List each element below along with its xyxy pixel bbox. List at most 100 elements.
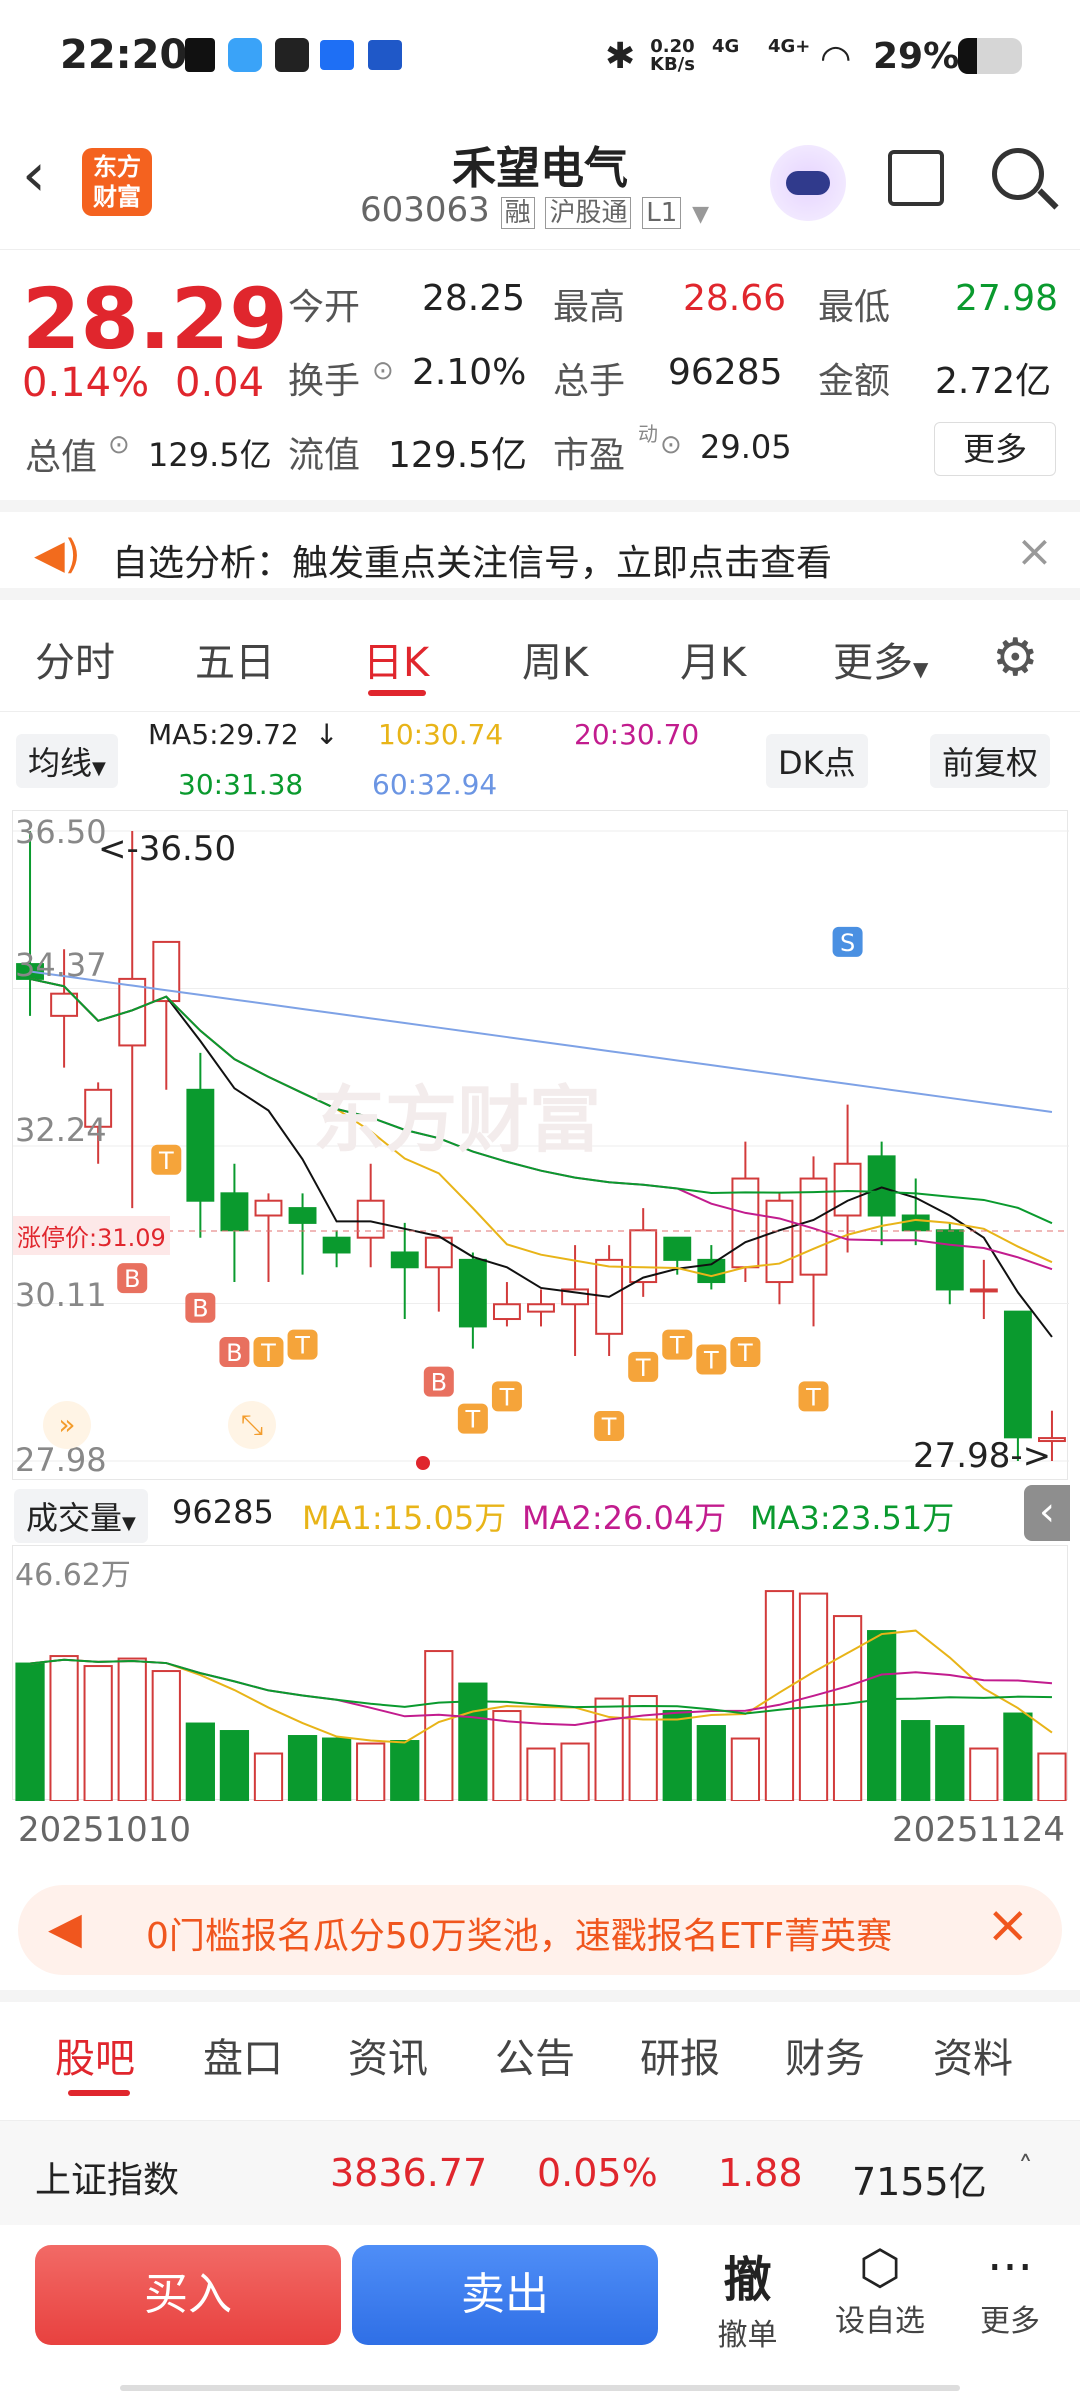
kline-chart[interactable]: BBBTTTBTTTTTTTTS 东方财富 36.50 34.37 32.24 …	[12, 810, 1069, 1480]
svg-text:B: B	[124, 1265, 140, 1293]
chevron-down-icon[interactable]: ▼	[692, 202, 709, 227]
change-amount: 0.04	[175, 360, 265, 406]
svg-text:T: T	[703, 1346, 719, 1374]
scroll-indicator	[120, 2385, 960, 2391]
speaker-icon: ◀)	[34, 532, 81, 578]
index-bar[interactable]: 上证指数 3836.77 0.05% 1.88 7155亿 ˄	[0, 2120, 1080, 2225]
close-icon[interactable]: ×	[986, 1895, 1030, 1955]
tab-news[interactable]: 资讯	[348, 2026, 428, 2084]
more-dots-icon: ···	[987, 2240, 1033, 2296]
watermark: 东方财富	[313, 1078, 602, 1162]
collapse-left-icon[interactable]: ‹	[1024, 1485, 1070, 1541]
share-icon[interactable]	[888, 150, 944, 206]
tab-profile[interactable]: 资料	[933, 2026, 1013, 2084]
tab-indicator	[68, 2090, 130, 2096]
svg-text:B: B	[431, 1369, 447, 1397]
ma5-value: MA5:29.72	[148, 718, 299, 751]
close-icon[interactable]: ×	[1016, 526, 1053, 577]
info-icon[interactable]: ⊙	[660, 430, 682, 460]
info-icon[interactable]: ⊙	[108, 430, 130, 460]
app-icon	[368, 40, 402, 70]
svg-text:T: T	[158, 1147, 174, 1175]
status-bar: 22:20 ✱ 0.20 KB/s 4G 4G+ ◠ 29%	[0, 0, 1080, 110]
quote-panel: 28.29 0.14% 0.04 总值 ⊙ 129.5亿 今开 28.25 最高…	[0, 250, 1080, 500]
adjust-select[interactable]: 前复权	[930, 734, 1051, 788]
expand-left-icon[interactable]: »	[43, 1401, 91, 1449]
add-watchlist-button[interactable]: ⬡ 设自选	[820, 2240, 940, 2340]
turnover-value: 2.10%	[412, 352, 527, 393]
status-time: 22:20	[60, 32, 188, 78]
stock-header: ‹ 东方 财富 禾望电气 603063 融 沪股通 L1 ▼	[0, 110, 1080, 250]
y-label: 30.11	[15, 1276, 107, 1314]
sell-button[interactable]: 卖出	[352, 2245, 658, 2345]
tab-5day[interactable]: 五日	[195, 630, 275, 688]
last-price: 28.29	[22, 270, 288, 368]
cancel-order-button[interactable]: 撤 撤单	[700, 2240, 795, 2354]
indicator-select[interactable]: 均线▼	[16, 734, 118, 788]
turnover-label: 换手	[288, 361, 361, 402]
tab-intraday[interactable]: 分时	[35, 630, 115, 688]
volume-bar	[15, 1662, 45, 1801]
tab-monthly-k[interactable]: 月K	[680, 630, 746, 688]
tab-weekly-k[interactable]: 周K	[522, 630, 588, 688]
stock-code: 603063	[360, 190, 490, 230]
buy-button[interactable]: 买入	[35, 2245, 341, 2345]
down-arrow-icon: ↓	[315, 718, 339, 751]
signal-marker-T: T	[151, 1144, 182, 1175]
signal-marker-T: T	[594, 1411, 625, 1441]
tab-more[interactable]: 更多▼	[833, 630, 928, 688]
app-icon	[275, 38, 309, 72]
pe-label: 市盈	[553, 435, 626, 476]
ma-bar: 均线▼ MA5:29.72 ↓ 10:30.74 20:30.70 30:31.…	[0, 712, 1080, 807]
volume-bar	[219, 1730, 250, 1801]
more-quote-button[interactable]: 更多	[934, 422, 1056, 476]
volume-canvas	[15, 1590, 1067, 1801]
promo-banner[interactable]: ◀ 0门槛报名瓜分50万奖池，速戳报名ETF菁英赛 ×	[18, 1885, 1062, 1975]
notice-banner[interactable]: ◀) 自选分析：触发重点关注信号，立即点击查看 ×	[0, 500, 1080, 600]
signal-marker-B: B	[117, 1263, 148, 1294]
assistant-robot-icon[interactable]	[770, 145, 846, 221]
more-actions-button[interactable]: ··· 更多	[960, 2240, 1060, 2340]
candle	[765, 1199, 794, 1284]
svg-text:T: T	[465, 1406, 481, 1434]
candle	[390, 1251, 419, 1269]
svg-text:T: T	[294, 1332, 310, 1360]
tab-finance[interactable]: 财务	[785, 2026, 865, 2084]
volume-indicator-select[interactable]: 成交量▼	[14, 1489, 148, 1543]
volume-bar	[560, 1742, 590, 1801]
tab-announcements[interactable]: 公告	[495, 2026, 575, 2084]
vol-ma3: MA3:23.51万	[750, 1499, 955, 1537]
signal-marker-T: T	[287, 1329, 318, 1360]
svg-text:T: T	[635, 1354, 651, 1382]
fullscreen-icon[interactable]: ⤡	[228, 1401, 276, 1449]
tab-daily-k[interactable]: 日K	[363, 630, 429, 688]
candle	[663, 1236, 692, 1261]
vol-ma2: MA2:26.04万	[522, 1499, 727, 1537]
svg-text:T: T	[601, 1413, 617, 1441]
tab-guba[interactable]: 股吧	[55, 2026, 135, 2084]
candle	[492, 1303, 521, 1321]
settings-gear-icon[interactable]: ⚙	[992, 628, 1039, 688]
volume-bar	[1003, 1712, 1033, 1801]
tab-research[interactable]: 研报	[640, 2026, 720, 2084]
high-value: 28.66	[683, 278, 787, 319]
chevron-up-icon[interactable]: ˄	[1018, 2151, 1033, 2186]
svg-text:T: T	[805, 1383, 821, 1411]
tab-pankou[interactable]: 盘口	[203, 2026, 283, 2084]
svg-text:S: S	[840, 929, 855, 957]
dk-point-button[interactable]: DK点	[766, 734, 868, 788]
volume-bar	[662, 1710, 692, 1801]
info-icon[interactable]: ⊙	[372, 356, 394, 386]
signal-marker-T: T	[628, 1351, 659, 1382]
bluetooth-icon: ✱	[605, 36, 636, 77]
mcap-label: 总值	[25, 437, 98, 478]
notice-text: 自选分析：触发重点关注信号，立即点击查看	[112, 543, 833, 584]
signal-marker-B: B	[219, 1337, 250, 1368]
volume-bar	[390, 1740, 420, 1801]
candle	[901, 1214, 930, 1232]
volume-chart[interactable]: 46.62万	[12, 1545, 1068, 1801]
tag-margin: 融	[500, 197, 535, 229]
volume-label: 总手	[553, 361, 626, 402]
volume-bar	[185, 1722, 215, 1801]
net-speed: 0.20 KB/s	[650, 36, 695, 75]
